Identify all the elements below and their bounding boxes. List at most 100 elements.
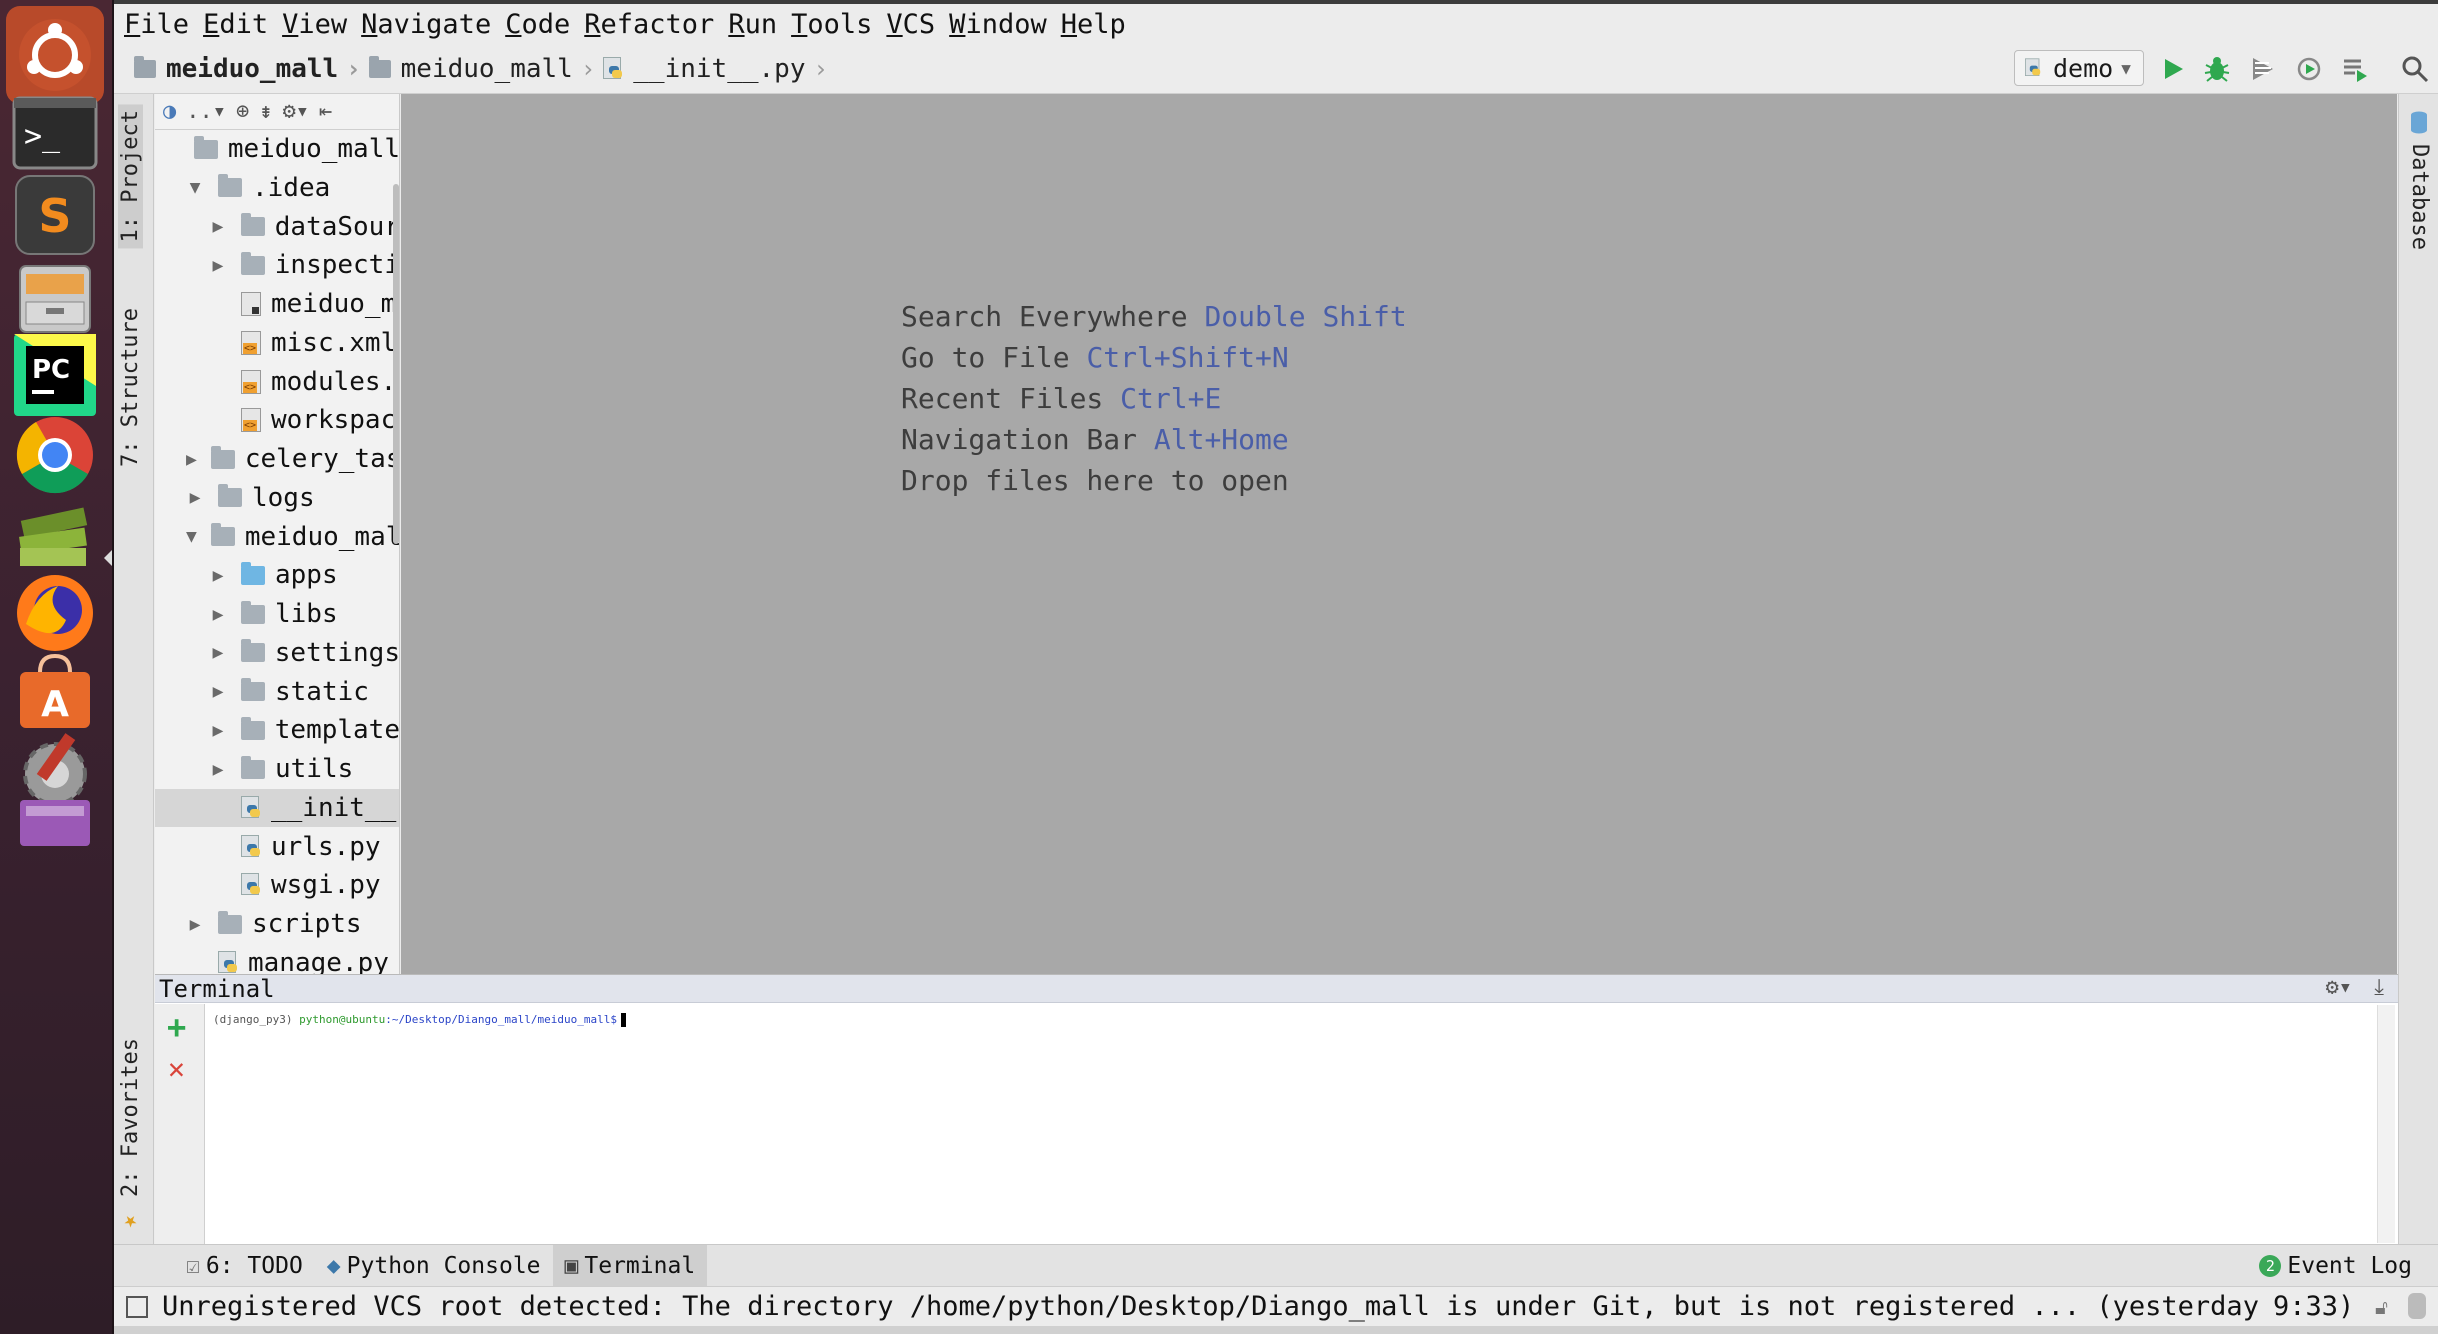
tree-item[interactable]: ▶ template <box>155 711 399 749</box>
hint-text: Drop files here to open <box>901 464 1289 497</box>
tree-item[interactable]: manage.py <box>155 944 399 974</box>
chevron-right-icon[interactable]: ▶ <box>209 255 227 276</box>
terminal-scrollbar[interactable] <box>2377 1005 2395 1243</box>
project-view-icon[interactable]: ◑ <box>163 99 176 124</box>
tree-item[interactable]: ▶ apps <box>155 556 399 594</box>
chevron-right-icon[interactable]: ▶ <box>209 216 227 237</box>
chevron-right-icon[interactable]: ▶ <box>186 449 197 470</box>
tree-item[interactable]: ▼ meiduo_mal <box>155 518 399 556</box>
profile-icon[interactable] <box>2294 54 2324 84</box>
workspace-icon[interactable] <box>6 792 104 852</box>
run-with-concurrency-icon[interactable] <box>2340 54 2370 84</box>
python-file-icon <box>241 795 261 820</box>
hide-icon[interactable]: ⇤ <box>319 99 332 124</box>
menu-window[interactable]: Window <box>949 9 1047 40</box>
chevron-down-icon[interactable]: ▼ <box>186 526 197 547</box>
status-message[interactable]: Unregistered VCS root detected: The dire… <box>162 1291 2259 1322</box>
tree-item[interactable]: ▶ dataSour <box>155 208 399 246</box>
toggle-tool-windows-icon[interactable] <box>126 1295 148 1318</box>
lock-icon[interactable]: 🔓︎ <box>2375 1295 2388 1319</box>
python-file-icon <box>603 56 623 81</box>
hint-text: Search Everywhere <box>901 300 1188 333</box>
tree-item[interactable]: meiduo_m <box>155 285 399 323</box>
tab-favorites[interactable]: ★ 2: Favorites <box>118 1038 143 1235</box>
new-session-plus-icon[interactable]: + <box>167 1008 186 1046</box>
breadcrumb-package[interactable]: meiduo_mall › <box>368 54 604 84</box>
tab-event-log[interactable]: 2 Event Log <box>2247 1245 2424 1287</box>
tree-item[interactable]: ▶ scripts <box>155 905 399 943</box>
chevron-down-icon[interactable]: ▼ <box>186 177 204 198</box>
tab-python-console[interactable]: ◆ Python Console <box>315 1245 553 1287</box>
run-icon[interactable] <box>2158 54 2188 84</box>
chevron-right-icon[interactable]: ▶ <box>209 681 227 702</box>
tab-database[interactable]: Database <box>2407 144 2432 250</box>
menu-run[interactable]: Run <box>728 9 777 40</box>
menu-tools[interactable]: Tools <box>791 9 872 40</box>
tab-terminal-label: Terminal <box>584 1252 696 1279</box>
tab-structure[interactable]: 7: Structure <box>118 308 143 467</box>
tab-terminal[interactable]: ▣ Terminal <box>552 1244 708 1287</box>
hide-panel-icon[interactable]: ⤓ <box>2374 975 2384 1000</box>
tree-item[interactable]: misc.xml <box>155 324 399 362</box>
project-view-selector[interactable]: ..▾ <box>186 99 226 124</box>
tree-item-label: meiduo_m <box>271 289 397 319</box>
menu-code[interactable]: Code <box>505 9 570 40</box>
menu-help[interactable]: Help <box>1061 9 1126 40</box>
debug-icon[interactable] <box>2202 54 2232 84</box>
tree-item-label: .idea <box>252 172 331 203</box>
folder-icon <box>210 523 235 546</box>
tree-item[interactable]: ▼ .idea <box>155 169 399 207</box>
menu-refactor[interactable]: Refactor <box>584 9 714 40</box>
locate-icon[interactable]: ⊕ <box>236 99 249 124</box>
menu-view[interactable]: View <box>282 9 347 40</box>
folder-icon <box>240 213 265 236</box>
tree-item[interactable]: urls.py <box>155 828 399 866</box>
tree-item[interactable]: ▶ celery_tas <box>155 440 399 478</box>
chevron-right-icon[interactable]: ▶ <box>209 720 227 741</box>
menu-vcs[interactable]: VCS <box>886 9 935 40</box>
tree-item[interactable]: ▶ static <box>155 673 399 711</box>
chevron-right-icon[interactable]: ▶ <box>209 604 227 625</box>
close-session-icon[interactable]: ✕ <box>168 1052 185 1085</box>
tab-python-console-label: Python Console <box>346 1252 541 1279</box>
tree-item[interactable]: ▶ logs <box>155 479 399 517</box>
menu-file[interactable]: File <box>124 9 189 40</box>
chevron-right-icon: › <box>580 54 596 83</box>
tab-database-label: Database <box>2407 144 2432 250</box>
navigation-bar: meiduo_mall › meiduo_mall › __init__.py … <box>114 44 2438 94</box>
folder-icon <box>240 251 265 275</box>
tree-item[interactable]: __init__ <box>155 788 399 827</box>
chevron-right-icon[interactable]: ▶ <box>186 487 204 508</box>
menu-navigate[interactable]: Navigate <box>361 9 491 40</box>
tree-item[interactable]: ▶ utils <box>155 750 399 788</box>
gear-icon[interactable]: ⚙▾ <box>2326 975 2353 1000</box>
coverage-icon[interactable] <box>2248 54 2278 84</box>
memory-indicator-icon[interactable] <box>2408 1293 2426 1319</box>
chevron-right-icon[interactable]: ▶ <box>209 642 227 663</box>
breadcrumb-file[interactable]: __init__.py › <box>603 54 836 84</box>
tree-item[interactable]: meiduo_mall <box>155 130 399 168</box>
tab-todo[interactable]: ☑ 6: TODO <box>174 1245 315 1287</box>
terminal-header: Terminal ⚙▾ ⤓ <box>155 975 2398 1003</box>
tree-item[interactable]: ▶ inspecti <box>155 246 399 284</box>
folder-icon <box>240 716 265 740</box>
chevron-right-icon[interactable]: ▶ <box>209 565 227 586</box>
search-icon[interactable] <box>2400 54 2430 84</box>
chevron-right-icon[interactable]: ▶ <box>209 759 227 780</box>
editor-empty-area[interactable]: Search Everywhere Double Shift Go to Fil… <box>401 94 2397 974</box>
chevron-right-icon[interactable]: ▶ <box>186 914 204 935</box>
tree-item[interactable]: workspac <box>155 401 399 439</box>
run-configuration-select[interactable]: demo ▼ <box>2014 50 2144 86</box>
tab-project[interactable]: 1: Project <box>118 104 143 249</box>
tree-item[interactable]: ▶ libs <box>155 595 399 633</box>
terminal-console[interactable]: (django_py3) python@ubuntu:~/Desktop/Dia… <box>213 1013 626 1027</box>
tree-item[interactable]: wsgi.py <box>155 866 399 904</box>
project-scrollbar[interactable] <box>393 184 399 544</box>
breadcrumb-root[interactable]: meiduo_mall › <box>134 54 369 84</box>
folder-icon <box>241 561 265 585</box>
gear-icon[interactable]: ⚙▾ <box>283 99 310 124</box>
tree-item[interactable]: modules. <box>155 363 399 401</box>
menu-edit[interactable]: Edit <box>203 9 268 40</box>
tree-item[interactable]: ▶ settings <box>155 634 399 672</box>
collapse-all-icon[interactable]: ⇟ <box>259 99 272 124</box>
